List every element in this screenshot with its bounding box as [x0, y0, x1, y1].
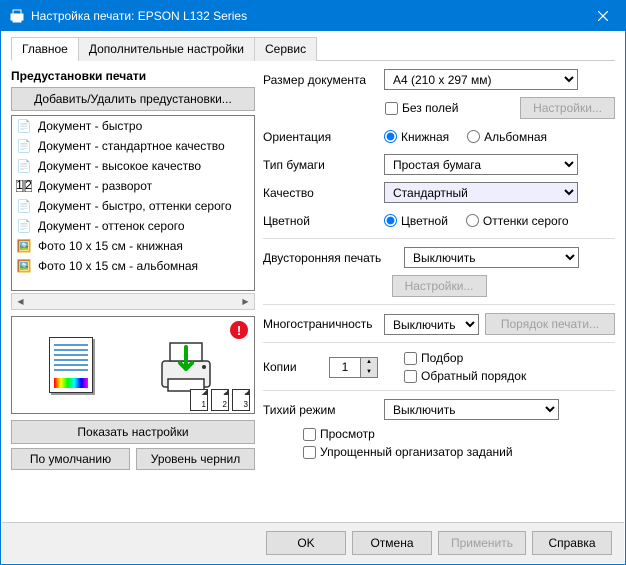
- document-icon: 📄: [16, 138, 32, 154]
- preset-item[interactable]: 📄 Документ - высокое качество: [12, 156, 254, 176]
- doc-size-select[interactable]: A4 (210 x 297 мм): [384, 69, 578, 90]
- preset-item[interactable]: 📄 Документ - быстро: [12, 116, 254, 136]
- help-button[interactable]: Справка: [532, 531, 612, 555]
- multipage-select[interactable]: Выключить: [384, 314, 479, 335]
- reverse-order-checkbox[interactable]: Обратный порядок: [404, 369, 526, 383]
- add-remove-presets-button[interactable]: Добавить/Удалить предустановки...: [11, 87, 255, 111]
- page-preview: [49, 337, 93, 393]
- preset-label: Фото 10 х 15 см - книжная: [38, 239, 183, 253]
- cancel-button[interactable]: Отмена: [352, 531, 432, 555]
- preset-item[interactable]: 📄 Документ - оттенок серого: [12, 216, 254, 236]
- duplex-settings-button: Настройки...: [392, 275, 487, 297]
- paper-type-select[interactable]: Простая бумага: [384, 154, 578, 175]
- copies-down-button[interactable]: ▼: [361, 367, 377, 377]
- close-button[interactable]: [580, 1, 625, 31]
- multipage-label: Многостраничность: [263, 317, 378, 331]
- printer-icon: [9, 8, 25, 24]
- page-order-button: Порядок печати...: [485, 313, 615, 335]
- preset-label: Документ - быстро: [38, 119, 142, 133]
- defaults-button[interactable]: По умолчанию: [11, 448, 130, 470]
- layout-icons: 123: [190, 389, 250, 411]
- ink-levels-button[interactable]: Уровень чернил: [136, 448, 255, 470]
- scroll-track[interactable]: [29, 294, 237, 309]
- svg-text:1: 1: [16, 180, 23, 192]
- duplex-select[interactable]: Выключить: [404, 247, 579, 268]
- spread-icon: 12: [16, 178, 32, 194]
- tab-main[interactable]: Главное: [11, 37, 79, 61]
- presets-heading: Предустановки печати: [11, 69, 255, 83]
- printer-preview-icon: [154, 333, 218, 397]
- borderless-settings-button: Настройки...: [520, 97, 615, 119]
- photo-icon: 🖼️: [16, 258, 32, 274]
- tab-service[interactable]: Сервис: [254, 37, 317, 61]
- svg-text:2: 2: [25, 180, 32, 192]
- photo-icon: 🖼️: [16, 238, 32, 254]
- window-title: Настройка печати: EPSON L132 Series: [31, 9, 580, 23]
- preset-list[interactable]: 📄 Документ - быстро 📄 Документ - стандартн…: [11, 115, 255, 291]
- preset-item[interactable]: 📄 Документ - стандартное качество: [12, 136, 254, 156]
- quality-label: Качество: [263, 186, 378, 200]
- orientation-portrait-radio[interactable]: Книжная: [384, 130, 449, 144]
- document-gray-icon: 📄: [16, 218, 32, 234]
- tab-extra[interactable]: Дополнительные настройки: [78, 37, 255, 61]
- color-label: Цветной: [263, 214, 378, 228]
- dialog-footer: OK Отмена Применить Справка: [2, 522, 624, 563]
- duplex-label: Двусторонняя печать: [263, 251, 398, 265]
- warning-badge-icon: !: [230, 321, 248, 339]
- preview-area: ! 123: [11, 316, 255, 414]
- copies-up-button[interactable]: ▲: [361, 358, 377, 368]
- orientation-label: Ориентация: [263, 130, 378, 144]
- grayscale-radio[interactable]: Оттенки серого: [466, 214, 569, 228]
- document-icon: 📄: [16, 118, 32, 134]
- titlebar: Настройка печати: EPSON L132 Series: [1, 1, 625, 31]
- preset-item[interactable]: 🖼️ Фото 10 х 15 см - книжная: [12, 236, 254, 256]
- copies-label: Копии: [263, 360, 323, 374]
- scroll-right-button[interactable]: ▶: [237, 294, 254, 309]
- paper-type-label: Тип бумаги: [263, 158, 378, 172]
- copies-spinner[interactable]: ▲ ▼: [329, 357, 378, 378]
- preset-item[interactable]: 12 Документ - разворот: [12, 176, 254, 196]
- doc-size-label: Размер документа: [263, 73, 378, 87]
- simple-job-organizer-checkbox[interactable]: Упрощенный организатор заданий: [303, 445, 603, 459]
- show-settings-button[interactable]: Показать настройки: [11, 420, 255, 444]
- document-icon: 📄: [16, 158, 32, 174]
- color-radio[interactable]: Цветной: [384, 214, 448, 228]
- preset-label: Фото 10 х 15 см - альбомная: [38, 259, 198, 273]
- orientation-landscape-radio[interactable]: Альбомная: [467, 130, 547, 144]
- scroll-left-button[interactable]: ◀: [12, 294, 29, 309]
- quiet-mode-label: Тихий режим: [263, 403, 378, 417]
- ok-button[interactable]: OK: [266, 531, 346, 555]
- quiet-mode-select[interactable]: Выключить: [384, 399, 559, 420]
- horizontal-scrollbar[interactable]: ◀ ▶: [11, 293, 255, 310]
- copies-input[interactable]: [330, 358, 360, 377]
- preset-label: Документ - стандартное качество: [38, 139, 225, 153]
- preset-label: Документ - оттенок серого: [38, 219, 185, 233]
- preset-label: Документ - быстро, оттенки серого: [38, 199, 232, 213]
- collate-checkbox[interactable]: Подбор: [404, 351, 526, 365]
- apply-button: Применить: [438, 531, 526, 555]
- tab-bar: Главное Дополнительные настройки Сервис: [11, 36, 615, 61]
- preset-item[interactable]: 🖼️ Фото 10 х 15 см - альбомная: [12, 256, 254, 276]
- preset-item[interactable]: 📄 Документ - быстро, оттенки серого: [12, 196, 254, 216]
- quality-select[interactable]: Стандартный: [384, 182, 578, 203]
- preset-label: Документ - разворот: [38, 179, 152, 193]
- preview-checkbox[interactable]: Просмотр: [303, 427, 603, 441]
- borderless-checkbox[interactable]: Без полей: [385, 101, 458, 115]
- document-gray-icon: 📄: [16, 198, 32, 214]
- preset-label: Документ - высокое качество: [38, 159, 201, 173]
